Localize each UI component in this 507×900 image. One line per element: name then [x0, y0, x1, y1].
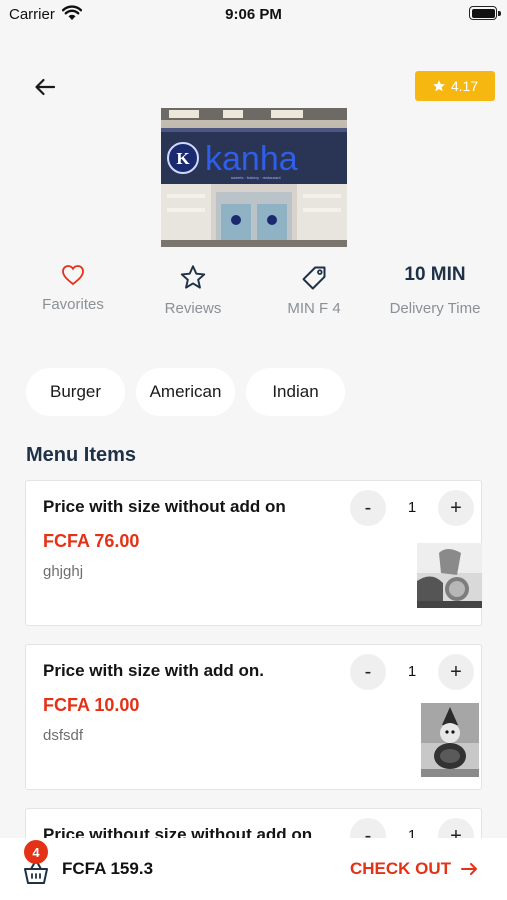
- menu-item-image: [421, 703, 479, 777]
- tag-icon: [302, 266, 326, 289]
- reviews-label: Reviews: [164, 300, 222, 317]
- menu-item-name: Price with size with add on.: [43, 661, 265, 680]
- delivery-time-value: 10 MIN: [404, 264, 466, 285]
- checkout-button[interactable]: CHECK OUT: [350, 859, 479, 879]
- delivery-time-info: 10 MIN Delivery Time: [375, 258, 495, 317]
- increase-button[interactable]: +: [438, 654, 474, 690]
- increase-button[interactable]: +: [438, 490, 474, 526]
- menu-title: Menu Items: [26, 444, 137, 466]
- clock: 9:06 PM: [225, 6, 282, 23]
- menu-item-card[interactable]: Price with size without add on FCFA 76.0…: [25, 480, 482, 626]
- delivery-time-label: Delivery Time: [389, 300, 481, 317]
- menu-item-description: ghjghj: [43, 563, 84, 580]
- favorites-button[interactable]: Favorites: [13, 258, 133, 313]
- svg-text:sweets · bakery · restaurant: sweets · bakery · restaurant: [231, 175, 281, 180]
- banner-logo-text: kanha: [205, 140, 298, 178]
- decrease-button[interactable]: -: [350, 490, 386, 526]
- menu-item-price: FCFA 10.00: [43, 695, 140, 715]
- favorites-label: Favorites: [42, 296, 104, 313]
- menu-item-name: Price with size without add on: [43, 497, 286, 516]
- menu-item-card[interactable]: Price with size with add on. FCFA 10.00 …: [25, 644, 482, 790]
- category-chip-burger[interactable]: Burger: [26, 368, 125, 416]
- heart-icon: [62, 265, 84, 286]
- cart-bar: 4 FCFA 159.3 CHECK OUT: [0, 838, 507, 900]
- checkout-label: CHECK OUT: [350, 859, 452, 878]
- menu-item-image: [417, 543, 482, 608]
- menu-item-description: dsfsdf: [43, 727, 84, 744]
- rating-value: 4.17: [450, 78, 479, 94]
- arrow-right-icon: [461, 863, 478, 875]
- reviews-button[interactable]: Reviews: [133, 258, 253, 317]
- svg-text:K: K: [176, 149, 190, 168]
- category-chip-indian[interactable]: Indian: [246, 368, 345, 416]
- restaurant-photo: K kanha sweets · bakery · restaurant: [161, 108, 347, 247]
- min-order-info: MIN F 4: [254, 258, 374, 317]
- quantity-stepper: - 1 +: [350, 490, 474, 526]
- cart-count-badge: 4: [24, 840, 48, 864]
- back-button[interactable]: [30, 72, 60, 102]
- quantity-value: 1: [407, 663, 417, 680]
- quantity-stepper: - 1 +: [350, 654, 474, 690]
- arrow-left-icon: [35, 78, 56, 96]
- restaurant-banner: K kanha sweets · bakery · restaurant: [161, 108, 347, 247]
- battery-icon: [469, 6, 501, 20]
- star-outline-icon: [180, 265, 206, 289]
- category-chip-american[interactable]: American: [136, 368, 235, 416]
- decrease-button[interactable]: -: [350, 654, 386, 690]
- quantity-value: 1: [407, 499, 417, 516]
- status-bar: Carrier 9:06 PM: [0, 0, 507, 28]
- min-order-label: MIN F 4: [287, 300, 341, 317]
- star-icon: [433, 80, 445, 92]
- cart-total: FCFA 159.3: [62, 859, 154, 878]
- rating-badge: 4.17: [415, 71, 495, 101]
- menu-item-price: FCFA 76.00: [43, 531, 140, 551]
